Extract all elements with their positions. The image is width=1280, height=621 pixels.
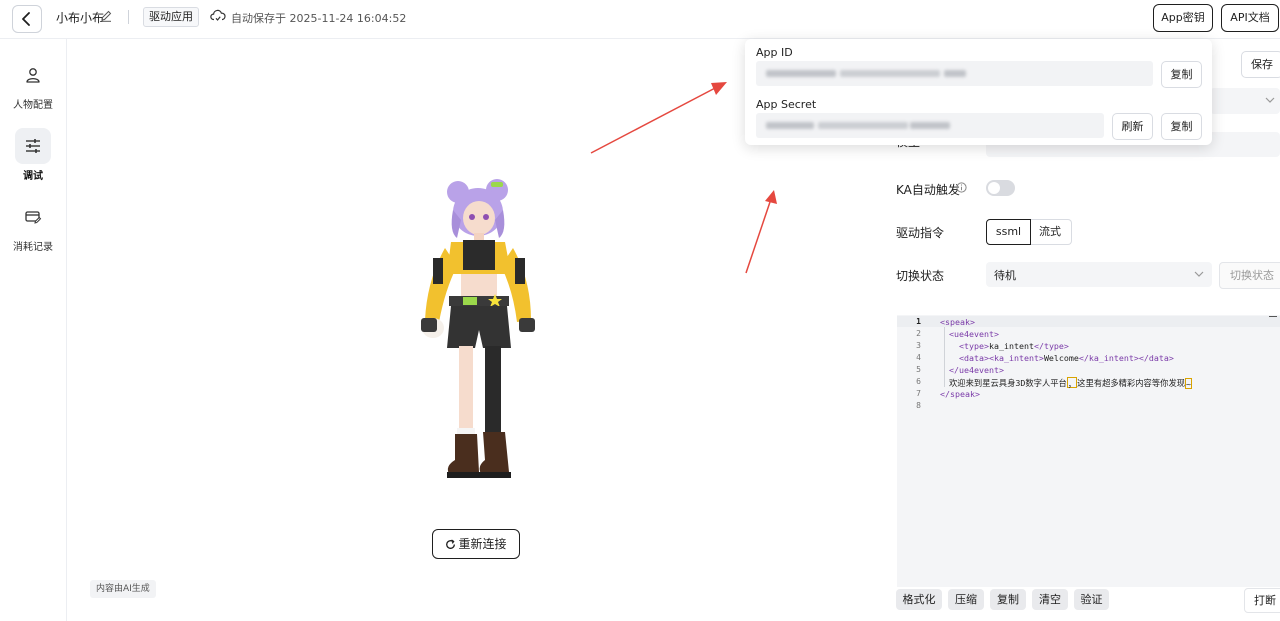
cloud-sync-icon [210,9,226,21]
code-line-7: </speak> [940,389,980,399]
code-warning-tilde: ~ [1185,378,1193,389]
chevron-down-icon [1265,97,1275,103]
ai-generated-badge: 内容由AI生成 [90,580,156,598]
app-id-field[interactable] [756,61,1153,86]
code-token: 欢迎来到星云具身3D数字人平台 [949,378,1067,388]
autosave-status: 自动保存于 2025-11-24 16:04:52 [231,12,407,25]
state-select-value: 待机 [994,269,1016,282]
partial-select[interactable] [1210,88,1280,114]
masked-value [840,70,940,77]
line-number: 7 [916,389,921,398]
app-title: 小布小布 [56,11,105,25]
reconnect-label: 重新连接 [458,537,507,551]
switch-state-label: 切换状态 [896,269,945,283]
sidebar-item-label: 消耗记录 [13,242,53,253]
ka-auto-trigger-label: KA自动触发 [896,181,960,198]
pencil-icon[interactable] [101,10,112,22]
sidebar-icon-box [15,199,51,235]
app-id-label: App ID [756,46,793,59]
ssml-code-editor[interactable]: 1 2 3 4 5 6 7 8 <speak> <ue4event> <type… [897,315,1280,587]
chevron-left-icon [22,12,30,26]
sidebar [0,39,67,621]
code-token: Welcome [1043,353,1079,363]
sidebar-icon-box [15,57,51,93]
interrupt-button[interactable]: 打断 [1244,588,1280,613]
drive-option-ssml[interactable]: ssml [986,219,1031,245]
clear-button[interactable]: 清空 [1032,589,1068,610]
code-token: <data> [959,353,989,363]
code-line-4: <data><ka_intent>Welcome</ka_intent></da… [959,353,1174,363]
back-button[interactable] [12,5,42,33]
scroll-marker [1269,316,1277,317]
code-token: </ka_intent> [1078,353,1139,363]
line-number: 2 [916,329,921,338]
app-key-button[interactable]: App密钥 [1153,4,1213,32]
sidebar-icon-box [15,128,51,164]
code-token: </speak> [940,389,980,399]
code-token: <type> [959,341,989,351]
code-token: 这里有超多精彩内容等你发现 [1077,378,1186,388]
header-divider [128,10,129,24]
api-doc-button[interactable]: API文档 [1221,4,1279,32]
reconnect-button[interactable]: 重新连接 [432,529,520,559]
code-token: <speak> [940,317,975,327]
line-number: 8 [916,401,921,410]
app-type-tag: 驱动应用 [143,7,199,27]
code-line-3: <type>ka_intent</type> [959,341,1069,351]
sidebar-item-debug[interactable]: 调试 [8,128,58,182]
drive-option-stream[interactable]: 流式 [1029,219,1072,245]
sliders-icon [26,139,40,153]
switch-state-button[interactable]: 切换状态 [1219,262,1280,289]
line-number: 4 [916,353,921,362]
refresh-icon [446,539,456,549]
masked-value [944,70,966,77]
digital-human-avatar [421,179,535,478]
line-number: 1 [916,317,921,326]
toggle-knob [988,182,1000,194]
masked-value [766,70,836,77]
refresh-secret-button[interactable]: 刷新 [1112,113,1153,140]
code-warning-comma: ， [1066,377,1078,389]
copy-button[interactable]: 复制 [990,589,1026,610]
copy-app-secret-button[interactable]: 复制 [1161,113,1202,140]
line-number: 3 [916,341,921,350]
ka-auto-trigger-toggle[interactable] [986,180,1015,196]
sidebar-item-label: 调试 [23,171,43,182]
app-secret-label: App Secret [756,98,817,111]
ka-label-text: KA自动触发 [896,183,960,197]
chevron-down-icon [1194,271,1204,277]
code-line-2: <ue4event> [949,329,999,339]
sidebar-item-label: 人物配置 [13,100,53,111]
state-select[interactable]: 待机 [986,262,1212,287]
masked-value [818,122,908,129]
verify-button[interactable]: 验证 [1074,589,1109,610]
code-token: </data> [1138,353,1174,363]
info-icon[interactable] [956,182,967,193]
sidebar-item-character-config[interactable]: 人物配置 [8,57,58,111]
code-line-6: 欢迎来到星云具身3D数字人平台，这里有超多精彩内容等你发现~ [949,377,1193,389]
code-line-1: <speak> [940,317,975,327]
format-button[interactable]: 格式化 [896,589,942,610]
copy-app-id-button[interactable]: 复制 [1161,61,1202,88]
app-secret-field[interactable] [756,113,1104,138]
card-edit-icon [25,211,42,224]
code-token: </ue4event> [949,365,1004,375]
line-number: 6 [916,377,921,386]
line-number: 5 [916,365,921,374]
app-key-popover: App ID 复制 App Secret 刷新 复制 [745,39,1212,145]
masked-value [910,122,950,129]
masked-value [766,122,814,129]
code-line-5: </ue4event> [949,365,1004,375]
line-number-gutter: 1 2 3 4 5 6 7 8 [897,315,927,587]
code-token: ka_intent [988,341,1034,351]
code-token: <ka_intent> [988,353,1044,363]
drive-command-label: 驱动指令 [896,226,945,240]
compress-button[interactable]: 压缩 [948,589,984,610]
sidebar-item-usage-records[interactable]: 消耗记录 [8,199,58,253]
code-token: <ue4event> [949,329,999,339]
indent-guide [944,327,945,387]
code-token: </type> [1033,341,1069,351]
person-icon [26,68,40,83]
save-button[interactable]: 保存 [1241,51,1280,78]
